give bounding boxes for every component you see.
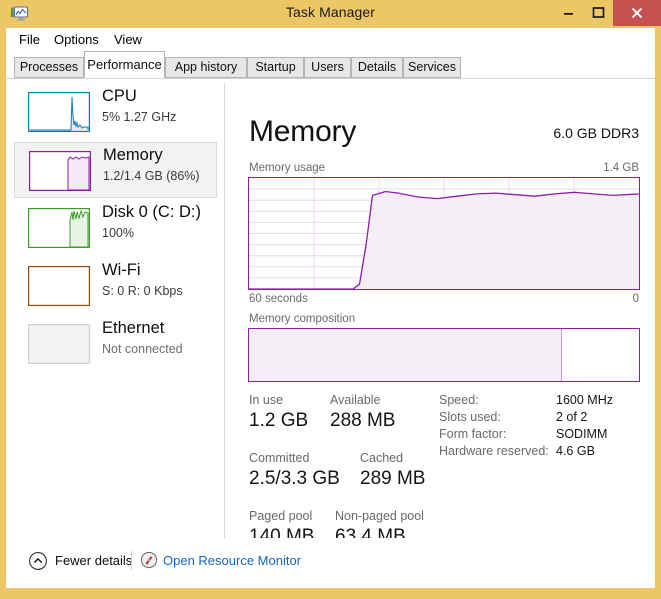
sidebar-item-cpu-sub: 5% 1.27 GHz (102, 110, 177, 124)
memory-composition-divider (561, 329, 562, 381)
graph-axis-right-label: 0 (632, 293, 639, 305)
sidebar-item-wifi-sub: S: 0 R: 0 Kbps (102, 284, 183, 298)
menu-item-options[interactable]: Options (49, 31, 104, 48)
memory-usage-max-label: 1.4 GB (603, 162, 639, 174)
sidebar-item-disk-0[interactable]: Disk 0 (C: D:) 100% (14, 200, 217, 256)
tab-users[interactable]: Users (304, 57, 351, 78)
resource-monitor-icon[interactable] (140, 551, 158, 569)
bottom-bar: Fewer details Open Resource Monitor (6, 538, 655, 588)
stat-label-nonpaged-pool: Non-paged pool (335, 509, 424, 523)
stat-value-committed: 2.5/3.3 GB (249, 468, 340, 489)
client-area: File Options View Processes Performance … (6, 28, 655, 588)
tab-processes[interactable]: Processes (14, 57, 84, 78)
tab-app-history[interactable]: App history (165, 57, 247, 78)
spec-key-speed: Speed: (439, 393, 479, 407)
open-resource-monitor-link[interactable]: Open Resource Monitor (163, 553, 301, 568)
resource-sidebar: CPU 5% 1.27 GHz Memory 1.2/1.4 GB (86%) (6, 79, 225, 538)
fewer-details-button[interactable]: Fewer details (55, 553, 132, 568)
memory-usage-plot (249, 178, 639, 289)
memory-usage-label: Memory usage (249, 162, 326, 174)
stat-value-cached: 289 MB (360, 468, 426, 489)
memory-spec-summary: 6.0 GB DDR3 (553, 125, 639, 141)
memory-usage-graph (248, 177, 640, 290)
sidebar-item-wifi-title: Wi-Fi (102, 261, 141, 279)
sidebar-item-cpu[interactable]: CPU 5% 1.27 GHz (14, 84, 217, 140)
sidebar-item-ethernet[interactable]: Ethernet Not connected (14, 316, 217, 372)
memory-composition-label: Memory composition (249, 313, 356, 325)
sidebar-item-ethernet-title: Ethernet (102, 319, 165, 337)
stat-value-available: 288 MB (330, 410, 396, 431)
menu-item-view[interactable]: View (109, 31, 147, 48)
tab-services[interactable]: Services (403, 57, 461, 78)
sidebar-item-ethernet-sub: Not connected (102, 342, 183, 356)
stat-label-in-use: In use (249, 393, 284, 407)
minimize-button[interactable] (553, 0, 583, 26)
sidebar-item-disk-0-sub: 100% (102, 226, 134, 240)
sidebar-item-wifi[interactable]: Wi-Fi S: 0 R: 0 Kbps (14, 258, 217, 314)
tab-performance[interactable]: Performance (84, 51, 165, 78)
stat-label-available: Available (330, 393, 381, 407)
menu-item-file[interactable]: File (14, 31, 45, 48)
tab-strip: Processes Performance App history Startu… (6, 51, 655, 79)
spec-value-form-factor: SODIMM (556, 427, 608, 441)
menu-bar: File Options View (6, 28, 655, 51)
stat-value-in-use: 1.2 GB (249, 410, 309, 431)
tab-details[interactable]: Details (351, 57, 403, 78)
memory-thumbnail-graph (29, 151, 91, 191)
sidebar-item-memory[interactable]: Memory 1.2/1.4 GB (86%) (14, 142, 217, 198)
bottom-bar-separator (131, 551, 132, 570)
title-bar: Task Manager (0, 0, 661, 28)
spec-key-slots-used: Slots used: (439, 410, 501, 424)
disk-thumbnail-graph (28, 208, 90, 248)
task-manager-window: Task Manager File Options View Processes… (0, 0, 661, 599)
spec-key-form-factor: Form factor: (439, 427, 507, 441)
spec-key-hardware-reserved: Hardware reserved: (439, 444, 549, 458)
graph-axis-left-label: 60 seconds (249, 293, 308, 305)
sidebar-item-memory-title: Memory (103, 146, 163, 164)
stat-label-cached: Cached (360, 451, 404, 465)
spec-value-slots-used: 2 of 2 (556, 410, 588, 424)
memory-composition-bar[interactable] (248, 328, 640, 382)
sidebar-item-memory-sub: 1.2/1.4 GB (86%) (103, 169, 200, 183)
spec-value-speed: 1600 MHz (556, 393, 613, 407)
page-title: Memory (249, 115, 357, 148)
sidebar-item-cpu-title: CPU (102, 87, 137, 105)
wifi-thumbnail-graph (28, 266, 90, 306)
stat-label-paged-pool: Paged pool (249, 509, 313, 523)
cpu-thumbnail-graph (28, 92, 90, 132)
ethernet-thumbnail-graph (28, 324, 90, 364)
chevron-up-circle-icon[interactable] (28, 551, 48, 571)
memory-composition-fill (249, 329, 561, 381)
stat-label-committed: Committed (249, 451, 310, 465)
memory-panel: Memory 6.0 GB DDR3 Memory usage 1.4 GB 6… (225, 79, 655, 547)
spec-value-hardware-reserved: 4.6 GB (556, 444, 595, 458)
tab-startup[interactable]: Startup (247, 57, 304, 78)
maximize-button[interactable] (583, 0, 613, 26)
sidebar-item-disk-0-title: Disk 0 (C: D:) (102, 203, 201, 221)
close-button[interactable] (613, 0, 661, 26)
